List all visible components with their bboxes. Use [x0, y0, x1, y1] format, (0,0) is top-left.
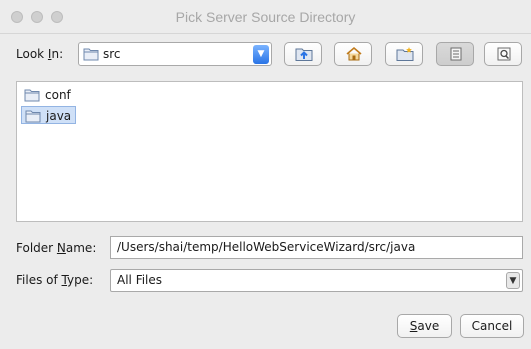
new-folder-icon [396, 47, 414, 61]
file-name: java [46, 109, 72, 123]
dropdown-arrow-icon[interactable]: ▼ [253, 45, 269, 64]
details-view-icon [497, 47, 511, 61]
up-folder-icon [295, 48, 313, 61]
cancel-button[interactable]: Cancel [460, 314, 524, 338]
title-bar[interactable]: Pick Server Source Directory [0, 0, 531, 34]
details-view-button[interactable] [484, 42, 522, 66]
file-chooser-dialog: Pick Server Source Directory Look In: sr… [0, 0, 531, 349]
folder-name-label: Folder Name: [16, 241, 97, 255]
list-view-button[interactable] [436, 42, 474, 66]
files-of-type-value: All Files [117, 273, 163, 287]
home-icon [346, 46, 362, 61]
list-item-java[interactable]: java [21, 106, 77, 124]
home-button[interactable] [334, 42, 372, 66]
up-one-level-button[interactable] [284, 42, 322, 66]
folder-name-input[interactable]: /Users/shai/temp/HelloWebServiceWizard/s… [110, 236, 523, 259]
list-view-icon [450, 47, 462, 61]
list-item-conf[interactable]: conf [21, 86, 75, 104]
folder-icon [24, 89, 40, 102]
look-in-label: Look In: [16, 47, 64, 61]
file-name: conf [45, 88, 71, 102]
save-button[interactable]: Save [397, 314, 452, 338]
look-in-combo[interactable]: src ▼ [78, 42, 272, 66]
look-in-value: src [103, 47, 121, 61]
folder-icon [25, 110, 41, 123]
folder-icon [83, 48, 99, 61]
create-new-folder-button[interactable] [385, 42, 423, 66]
file-list[interactable]: conf java [16, 81, 523, 222]
files-of-type-label: Files of Type: [16, 273, 94, 287]
window-title: Pick Server Source Directory [175, 9, 356, 25]
dropdown-arrow-icon[interactable]: ▼ [506, 272, 520, 289]
files-of-type-combo[interactable]: All Files ▼ [110, 269, 523, 292]
